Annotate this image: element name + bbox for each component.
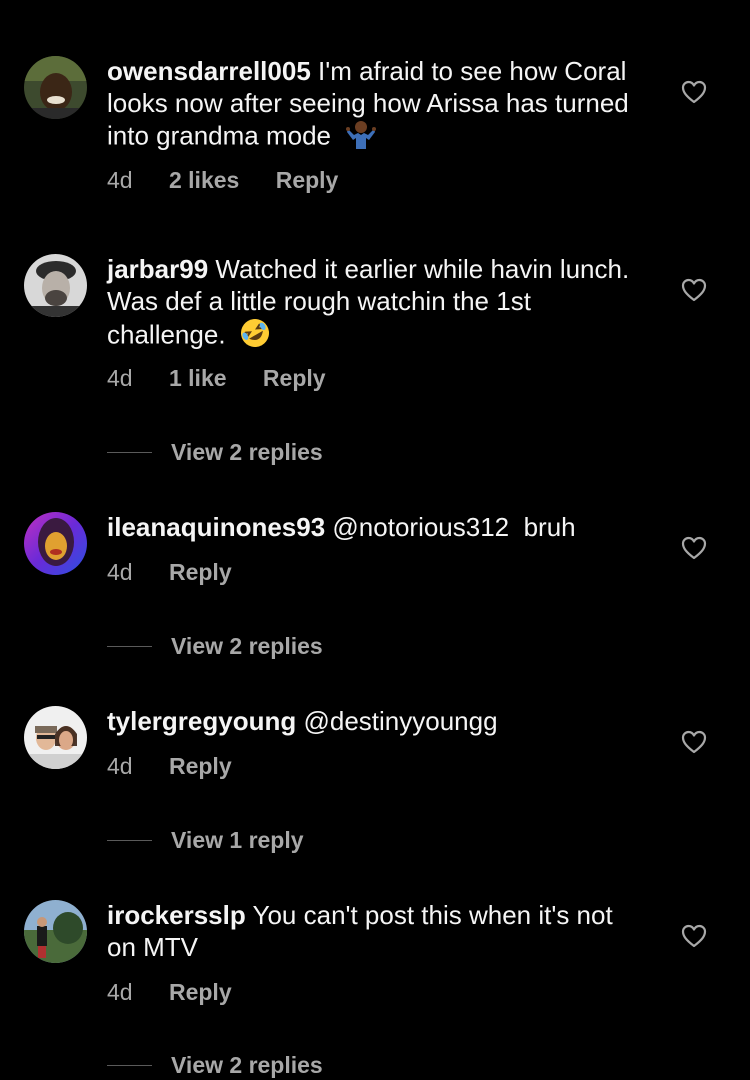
comment-time: 4d — [107, 559, 133, 585]
divider-line — [107, 1064, 152, 1066]
reply-button[interactable]: Reply — [169, 559, 232, 586]
comment-username[interactable]: owensdarrell005 — [107, 56, 311, 86]
avatar[interactable] — [24, 512, 87, 575]
view-replies-label: View 2 replies — [171, 438, 323, 465]
heart-icon[interactable] — [681, 536, 707, 560]
comment-body: @notorious312 bruh — [325, 512, 576, 542]
view-replies-button[interactable]: View 2 replies — [107, 437, 323, 467]
comment-text: jarbar99 Watched it earlier while havin … — [107, 253, 647, 356]
comment-time: 4d — [107, 753, 133, 779]
avatar[interactable] — [24, 56, 87, 119]
comment-meta: 4d 1 like Reply — [107, 365, 326, 392]
reply-button[interactable]: Reply — [169, 979, 232, 1006]
heart-icon[interactable] — [681, 278, 707, 302]
comment-likes[interactable]: 1 like — [169, 365, 227, 392]
comment-text: ileanaquinones93 @notorious312 bruh — [107, 511, 647, 543]
comment-username[interactable]: ileanaquinones93 — [107, 512, 325, 542]
rolling-on-floor-laughing-emoji — [239, 317, 271, 356]
comment-username[interactable]: tylergregyoung — [107, 706, 296, 736]
reply-button[interactable]: Reply — [169, 753, 232, 780]
view-replies-button[interactable]: View 2 replies — [107, 1050, 323, 1080]
comment-username[interactable]: jarbar99 — [107, 254, 208, 284]
view-replies-label: View 2 replies — [171, 632, 323, 659]
comment-meta: 4d Reply — [107, 559, 232, 586]
comment-time: 4d — [107, 167, 133, 193]
comment-meta: 4d 2 likes Reply — [107, 167, 338, 194]
divider-line — [107, 839, 152, 841]
comment-text: owensdarrell005 I'm afraid to see how Co… — [107, 55, 647, 156]
comment-body: @destinyyoungg — [296, 706, 498, 736]
person-shrugging-emoji — [344, 119, 378, 156]
view-replies-button[interactable]: View 2 replies — [107, 631, 323, 661]
comment-text: tylergregyoung @destinyyoungg — [107, 705, 647, 737]
view-replies-button[interactable]: View 1 reply — [107, 825, 304, 855]
comment-time: 4d — [107, 979, 133, 1005]
comment-username[interactable]: irockersslp — [107, 900, 246, 930]
heart-icon[interactable] — [681, 80, 707, 104]
comment-meta: 4d Reply — [107, 979, 232, 1006]
heart-icon[interactable] — [681, 924, 707, 948]
reply-button[interactable]: Reply — [276, 167, 339, 194]
divider-line — [107, 645, 152, 647]
comment-time: 4d — [107, 365, 133, 391]
reply-button[interactable]: Reply — [263, 365, 326, 392]
heart-icon[interactable] — [681, 730, 707, 754]
comment-text: irockersslp You can't post this when it'… — [107, 899, 647, 963]
comment-likes[interactable]: 2 likes — [169, 167, 239, 194]
avatar[interactable] — [24, 900, 87, 963]
avatar[interactable] — [24, 706, 87, 769]
avatar[interactable] — [24, 254, 87, 317]
view-replies-label: View 1 reply — [171, 826, 304, 853]
view-replies-label: View 2 replies — [171, 1051, 323, 1078]
divider-line — [107, 451, 152, 453]
comment-meta: 4d Reply — [107, 753, 232, 780]
